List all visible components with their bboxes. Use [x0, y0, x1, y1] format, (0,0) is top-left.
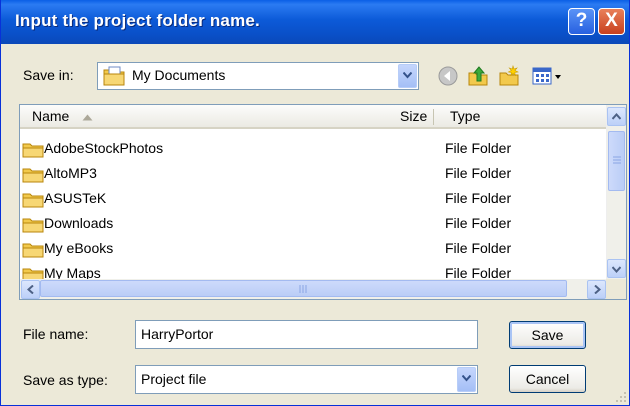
- up-folder-icon[interactable]: [467, 65, 489, 87]
- save-dialog: Input the project folder name. ? X Save …: [0, 0, 630, 406]
- scroll-down-button[interactable]: [607, 259, 626, 278]
- save-as-type-value: Project file: [141, 371, 207, 387]
- file-name: Downloads: [44, 215, 114, 231]
- file-type: File Folder: [445, 140, 512, 156]
- folder-icon: [22, 218, 44, 233]
- help-button[interactable]: ?: [568, 8, 595, 35]
- views-menu-icon[interactable]: [531, 65, 565, 87]
- chevron-down-icon: [403, 72, 412, 79]
- save-as-type-select[interactable]: Project file: [135, 365, 478, 394]
- file-name: AltoMP3: [44, 165, 97, 181]
- list-item[interactable]: AltoMP3 File Folder: [20, 162, 608, 187]
- save-in-label: Save in:: [23, 67, 74, 83]
- save-button[interactable]: Save: [509, 321, 586, 349]
- vertical-scrollbar[interactable]: [606, 105, 626, 281]
- file-type: File Folder: [445, 240, 512, 256]
- save-as-type-dropdown-button[interactable]: [457, 367, 476, 392]
- save-in-combo[interactable]: My Documents: [97, 62, 419, 90]
- chevron-left-icon: [27, 285, 34, 294]
- horizontal-scrollbar[interactable]: [20, 279, 608, 299]
- scroll-right-button[interactable]: [587, 280, 606, 299]
- chevron-down-icon: [462, 375, 471, 382]
- save-as-type-label: Save as type:: [23, 372, 108, 388]
- file-type: File Folder: [445, 190, 512, 206]
- file-name: My eBooks: [44, 240, 114, 256]
- scroll-left-button[interactable]: [21, 280, 40, 299]
- folder-icon: [22, 193, 44, 208]
- sort-ascending-icon: [82, 114, 93, 121]
- cancel-button[interactable]: Cancel: [509, 365, 586, 393]
- file-name-input[interactable]: HarryPortor: [135, 320, 478, 349]
- column-divider[interactable]: [433, 109, 434, 125]
- list-item[interactable]: ASUSTeK File Folder: [20, 187, 608, 212]
- column-header-type-label: Type: [450, 108, 481, 124]
- column-header-name[interactable]: Name: [20, 105, 424, 129]
- list-item[interactable]: AdobeStockPhotos File Folder: [20, 137, 608, 162]
- save-in-value: My Documents: [132, 67, 226, 83]
- chevron-down-icon: [612, 266, 621, 273]
- file-name-label: File name:: [23, 326, 89, 342]
- grip-icon: [613, 156, 621, 164]
- file-type: File Folder: [445, 215, 512, 231]
- horizontal-scroll-thumb[interactable]: [40, 280, 567, 297]
- folder-icon: [22, 243, 44, 258]
- chevron-up-icon: [612, 113, 621, 120]
- dialog-title: Input the project folder name.: [15, 11, 260, 30]
- file-name: AdobeStockPhotos: [44, 140, 164, 156]
- list-item[interactable]: Downloads File Folder: [20, 212, 608, 237]
- new-folder-icon[interactable]: [498, 65, 520, 87]
- folder-icon: [22, 143, 44, 158]
- back-icon[interactable]: [437, 65, 459, 87]
- resize-grip-icon[interactable]: [615, 391, 627, 403]
- column-header-size[interactable]: [424, 105, 446, 129]
- file-name-input-value: HarryPortor: [141, 326, 214, 342]
- column-header-name-label: Name: [32, 108, 70, 124]
- file-type: File Folder: [445, 165, 512, 181]
- folder-icon: [22, 168, 44, 183]
- title-bar[interactable]: Input the project folder name. ? X: [1, 0, 629, 44]
- scroll-up-button[interactable]: [607, 107, 626, 126]
- column-header-type[interactable]: Type: [446, 105, 608, 129]
- file-name: ASUSTeK: [44, 190, 107, 206]
- grip-icon: [299, 285, 307, 293]
- list-item[interactable]: My eBooks File Folder: [20, 237, 608, 262]
- save-in-dropdown-button[interactable]: [398, 64, 417, 88]
- file-list[interactable]: Name Type Size AdobeStockPhotos File Fol…: [19, 104, 627, 300]
- vertical-scroll-thumb[interactable]: [608, 131, 625, 191]
- scrollbar-corner: [606, 279, 626, 299]
- my-documents-icon: [103, 66, 125, 86]
- column-header-size-label: Size: [400, 108, 428, 124]
- close-button[interactable]: X: [598, 8, 625, 35]
- chevron-right-icon: [594, 285, 601, 294]
